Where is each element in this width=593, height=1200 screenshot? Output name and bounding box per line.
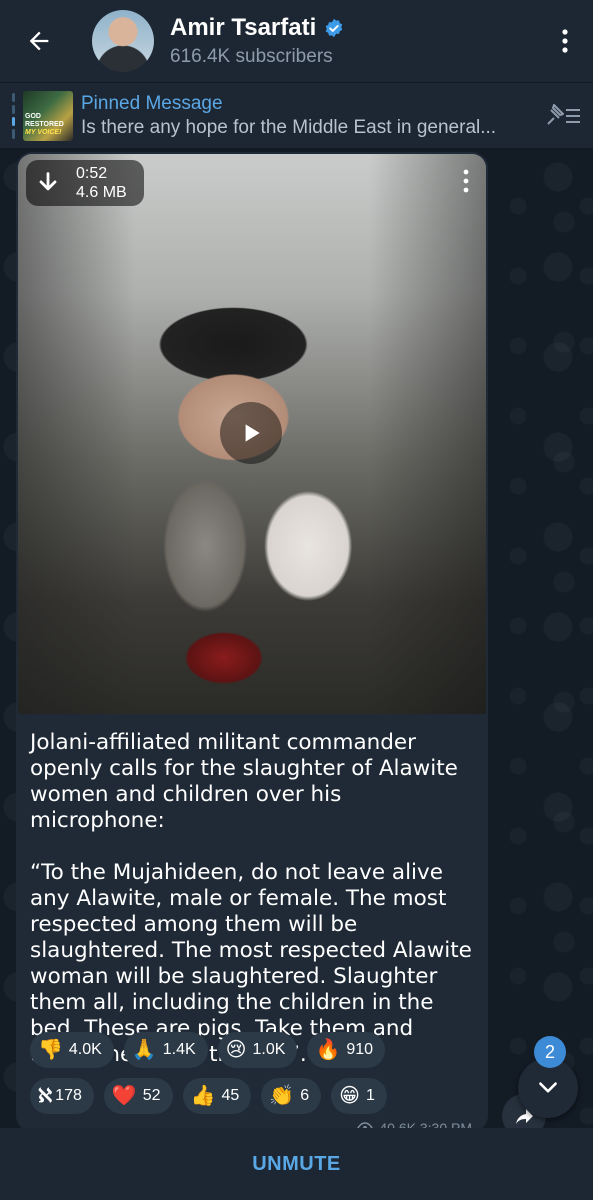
message-paragraph: Jolani-affiliated militant commander ope… xyxy=(30,730,458,833)
reaction-count: 1.4K xyxy=(162,1041,196,1058)
arrow-left-icon xyxy=(29,31,49,51)
message-text: Jolani-affiliated militant commander ope… xyxy=(16,714,488,1068)
reaction-fire[interactable]: 🔥 910 xyxy=(307,1032,386,1068)
thumbs-up-emoji-icon: 👍 xyxy=(190,1085,216,1107)
reaction-row: 👎 4.0K 🙏 1.4K 😢 1.0K 🔥 910 xyxy=(30,1032,480,1068)
pinned-thumbnail: GOD RESTORED MY VOICE! xyxy=(23,90,73,141)
custom-emoji-icon: ℵ xyxy=(38,1085,52,1107)
video-duration: 0:52 xyxy=(76,165,108,182)
reaction-count: 1.0K xyxy=(252,1041,286,1058)
chevron-down-icon xyxy=(539,1082,557,1093)
more-vertical-icon xyxy=(562,29,568,53)
video-player[interactable]: 0:52 4.6 MB xyxy=(18,154,486,714)
verified-badge-icon xyxy=(326,18,343,38)
reaction-count: 4.0K xyxy=(68,1041,102,1058)
message-bubble[interactable]: 0:52 4.6 MB Jolani-affiliated militant c… xyxy=(16,152,488,1132)
reaction-count: 52 xyxy=(142,1087,161,1104)
grin-emoji-icon: 😁 xyxy=(339,1085,360,1107)
channel-title-block[interactable]: Amir Tsarfati 616.4K subscribers xyxy=(170,14,537,68)
reaction-grin[interactable]: 😁 1 xyxy=(331,1078,387,1114)
heart-emoji-icon: ❤️ xyxy=(111,1085,137,1107)
fire-emoji-icon: 🔥 xyxy=(315,1039,341,1061)
bottom-bar: UNMUTE xyxy=(0,1128,593,1200)
pinned-text: Pinned Message Is there any hope for the… xyxy=(81,93,533,139)
unmute-button[interactable]: UNMUTE xyxy=(252,1153,341,1176)
reaction-clap[interactable]: 👏 6 xyxy=(261,1078,322,1114)
reaction-custom[interactable]: ℵ 178 xyxy=(30,1078,94,1114)
play-button[interactable] xyxy=(220,402,282,464)
crying-emoji-icon: 😢 xyxy=(225,1039,247,1061)
pray-emoji-icon: 🙏 xyxy=(131,1039,157,1061)
pinned-list-button[interactable] xyxy=(533,83,593,149)
more-options-button[interactable] xyxy=(537,0,593,82)
pinned-message-bar[interactable]: GOD RESTORED MY VOICE! Pinned Message Is… xyxy=(0,82,593,148)
thumb-line-1: GOD RESTORED xyxy=(25,112,64,128)
reaction-count: 178 xyxy=(55,1087,82,1104)
download-icon xyxy=(39,172,57,191)
video-info-pill[interactable]: 0:52 4.6 MB xyxy=(26,160,144,206)
reaction-cry[interactable]: 😢 1.0K xyxy=(217,1032,298,1068)
video-size: 4.6 MB xyxy=(76,184,127,201)
clap-emoji-icon: 👏 xyxy=(269,1085,295,1107)
back-button[interactable] xyxy=(0,0,78,82)
more-vertical-icon xyxy=(463,169,469,193)
thumbs-down-emoji-icon: 👎 xyxy=(38,1039,63,1061)
channel-name: Amir Tsarfati xyxy=(170,14,317,41)
pin-indicator xyxy=(12,92,15,139)
reaction-row: ℵ 178 ❤️ 52 👍 45 👏 6 😁 1 xyxy=(30,1078,480,1114)
reaction-count: 910 xyxy=(346,1041,374,1058)
reaction-count: 6 xyxy=(300,1087,310,1104)
play-icon xyxy=(245,424,260,442)
subscriber-count: 616.4K subscribers xyxy=(170,46,333,67)
reaction-count: 1 xyxy=(365,1087,375,1104)
pinned-snippet: Is there any hope for the Middle East in… xyxy=(81,116,497,138)
channel-header: Amir Tsarfati 616.4K subscribers xyxy=(0,0,593,82)
reactions: 👎 4.0K 🙏 1.4K 😢 1.0K 🔥 910 ℵ 178 ❤️ 52 👍… xyxy=(30,1032,480,1124)
reaction-thumbs-down[interactable]: 👎 4.0K xyxy=(30,1032,114,1068)
thumb-line-2: MY VOICE! xyxy=(25,128,62,136)
reaction-thumbs-up[interactable]: 👍 45 xyxy=(182,1078,252,1114)
video-more-button[interactable] xyxy=(456,166,476,196)
pin-list-icon xyxy=(547,103,580,125)
reaction-pray[interactable]: 🙏 1.4K xyxy=(123,1032,208,1068)
pinned-label: Pinned Message xyxy=(81,92,223,114)
channel-avatar[interactable] xyxy=(92,10,154,72)
reaction-count: 45 xyxy=(221,1087,240,1104)
reaction-heart[interactable]: ❤️ 52 xyxy=(103,1078,173,1114)
unread-count-badge: 2 xyxy=(534,1036,566,1068)
